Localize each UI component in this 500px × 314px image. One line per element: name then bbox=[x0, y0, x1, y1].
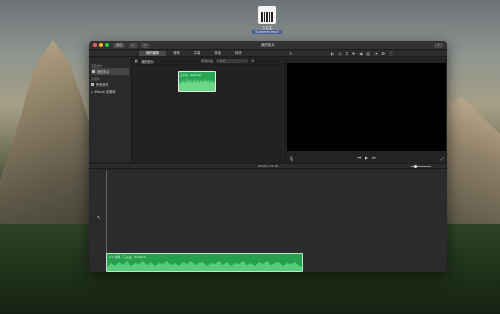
info-icon[interactable]: ⓘ bbox=[389, 51, 393, 57]
media-browser: ◧ 我的影片 所有片段 ⌕ 搜索 ⚙ 三公主 - Summer bbox=[132, 58, 286, 162]
speed-icon[interactable]: ◔ bbox=[374, 51, 378, 57]
audio-track-clip[interactable]: 2.1 分钟 – 三公主 - Summer bbox=[106, 253, 303, 272]
gear-icon[interactable]: ⚙ bbox=[251, 59, 254, 63]
skip-forward-icon[interactable]: ⏭ bbox=[372, 155, 375, 160]
color-balance-icon[interactable]: ◐ bbox=[331, 51, 335, 57]
audio-waveform bbox=[107, 261, 302, 271]
zoom-slider-knob[interactable] bbox=[414, 165, 417, 168]
audio-file-icon bbox=[258, 6, 276, 24]
search-field[interactable]: ⌕ 搜索 bbox=[216, 59, 249, 63]
audio-clip-thumbnail[interactable]: 三公主 - Summer bbox=[178, 71, 216, 92]
mouse-cursor-icon: ↖ bbox=[97, 215, 102, 221]
playback-controls: ⏮ ▶ ⏭ bbox=[286, 153, 447, 161]
filter-icon[interactable]: ❂ bbox=[382, 51, 385, 57]
clip-waveform bbox=[179, 78, 215, 91]
import-button[interactable]: ↓ bbox=[129, 42, 138, 48]
tab-audio[interactable]: 音频 bbox=[166, 51, 187, 56]
projects-back-button[interactable]: 项目 bbox=[113, 42, 126, 48]
share-button[interactable]: ⇧ bbox=[434, 43, 443, 48]
sidebar-toggle-button[interactable]: ▭ bbox=[141, 42, 150, 48]
volume-icon[interactable]: ◀ bbox=[359, 51, 362, 57]
zoom-button[interactable] bbox=[105, 43, 109, 47]
tab-transitions[interactable]: 转场 bbox=[228, 51, 249, 56]
library-sidebar: 项目媒体 我的影片 资源库 所有事件 ▸ iMovie 资源库 bbox=[89, 58, 132, 162]
clip-filter-dropdown[interactable]: 所有片段 bbox=[201, 59, 213, 63]
play-icon[interactable]: ▶ bbox=[365, 155, 368, 160]
magic-wand-icon[interactable]: ✎ bbox=[289, 51, 292, 56]
browser-title: 我的影片 bbox=[141, 59, 155, 64]
upper-pane: 项目媒体 我的影片 资源库 所有事件 ▸ iMovie 资源库 ◧ 我的影片 所… bbox=[89, 58, 447, 162]
color-correction-icon[interactable]: ◎ bbox=[338, 51, 342, 57]
imovie-window: 项目 ↓ ▭ 我的影片 ⇧ 我的媒体 音频 字幕 背景 转场 ✎ ◐ ◎ ⌗ ✥… bbox=[89, 41, 447, 272]
sidebar-item-label: 我的影片 bbox=[97, 70, 110, 74]
edit-toolbar: ◐ ◎ ⌗ ✥ ◀ ▥ ◔ ❂ ⓘ bbox=[331, 51, 393, 57]
video-preview bbox=[287, 63, 446, 151]
sidebar-item-imovie-library[interactable]: ▸ iMovie 资源库 bbox=[89, 88, 131, 95]
sidebar-item-all-events[interactable]: 所有事件 bbox=[89, 81, 131, 88]
skip-back-icon[interactable]: ⏮ bbox=[358, 155, 361, 160]
timeline[interactable]: ↖ 2.1 分钟 – 三公主 - Summer bbox=[89, 169, 447, 272]
fullscreen-icon[interactable]: ⤢ bbox=[441, 156, 444, 161]
playhead[interactable] bbox=[106, 171, 107, 254]
tab-backgrounds[interactable]: 背景 bbox=[207, 51, 228, 56]
sidebar-panel-icon[interactable]: ◧ bbox=[135, 59, 138, 63]
sidebar-item-label: iMovie 资源库 bbox=[94, 90, 116, 94]
noise-reduction-icon[interactable]: ▥ bbox=[366, 51, 370, 57]
search-placeholder: 搜索 bbox=[219, 59, 226, 63]
disclosure-triangle-icon: ▸ bbox=[91, 89, 93, 94]
traffic-lights bbox=[93, 43, 109, 47]
tab-titles[interactable]: 字幕 bbox=[187, 51, 208, 56]
desktop-audio-file[interactable]: 三公主 Summer.mp3 bbox=[252, 6, 282, 35]
star-icon bbox=[91, 83, 94, 86]
tab-my-media[interactable]: 我的媒体 bbox=[139, 50, 167, 56]
search-icon: ⌕ bbox=[217, 59, 219, 63]
title-bar: 项目 ↓ ▭ 我的影片 ⇧ bbox=[89, 41, 447, 50]
browser-header: ◧ 我的影片 所有片段 ⌕ 搜索 ⚙ bbox=[132, 58, 285, 65]
crop-icon[interactable]: ⌗ bbox=[346, 51, 348, 57]
media-tabs: 我的媒体 音频 字幕 背景 转场 bbox=[89, 50, 447, 57]
stabilization-icon[interactable]: ✥ bbox=[352, 51, 355, 57]
desktop-file-name-line2: Summer.mp3 bbox=[252, 30, 282, 35]
close-button[interactable] bbox=[93, 43, 97, 47]
sidebar-item-project[interactable]: 我的影片 bbox=[91, 68, 129, 75]
film-icon bbox=[92, 70, 95, 73]
viewer-pane: 🎙 ⏮ ▶ ⏭ ⤢ bbox=[286, 58, 447, 162]
sidebar-item-label: 所有事件 bbox=[96, 83, 109, 87]
minimize-button[interactable] bbox=[99, 43, 103, 47]
